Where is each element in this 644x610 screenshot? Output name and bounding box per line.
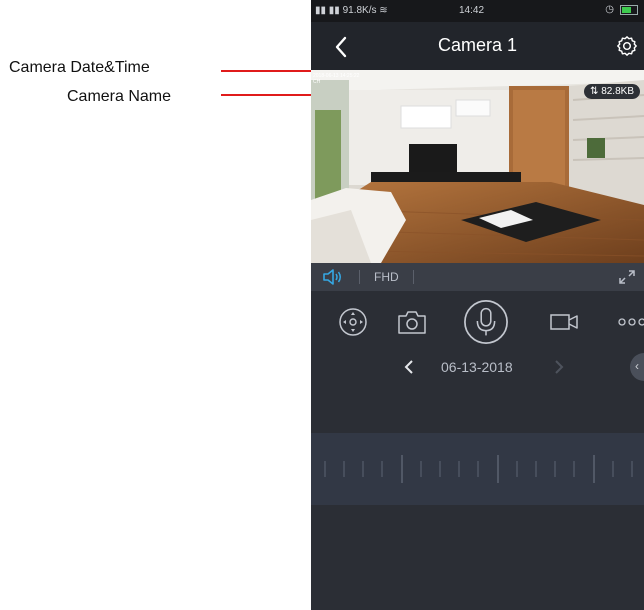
more-button[interactable] — [610, 299, 644, 345]
ptz-button[interactable] — [330, 299, 376, 345]
quality-toggle[interactable]: FHD — [374, 270, 399, 284]
speaker-icon[interactable] — [321, 268, 343, 286]
video-control-bar: FHD — [311, 263, 644, 291]
camera-osd: 2018-06-13 14:25:22 CH — [313, 73, 359, 85]
annotation-camera-name: Camera Name — [67, 88, 172, 105]
status-bar: ▮▮ ▮▮ 91.8K/s ≋ 14:42 ◷ — [311, 0, 644, 22]
microphone-icon — [464, 300, 508, 344]
alarm-icon: ◷ — [605, 4, 614, 15]
settings-gear-icon[interactable] — [616, 35, 638, 57]
video-record-icon — [550, 314, 578, 330]
empty-area — [311, 505, 644, 610]
battery-icon — [620, 4, 638, 15]
move-icon — [339, 308, 367, 336]
camera-icon — [398, 311, 426, 334]
playback-date-bar: 06-13-2018 ‹ — [311, 353, 644, 433]
osd-camera-name: CH — [313, 79, 321, 85]
action-toolbar — [311, 291, 644, 353]
status-left: ▮▮ ▮▮ 91.8K/s ≋ — [315, 5, 388, 16]
bitrate-badge: ⇅ 82.8KB — [584, 84, 640, 99]
status-right: ◷ — [605, 4, 638, 15]
navigation-bar: Camera 1 — [311, 22, 644, 70]
previous-date-icon[interactable] — [403, 359, 417, 375]
status-time: 14:42 — [459, 5, 485, 16]
playback-timeline[interactable] — [311, 433, 644, 505]
signal-icon: ▮▮ ▮▮ — [315, 5, 340, 16]
transfer-icon: ⇅ — [590, 86, 602, 97]
talk-button[interactable] — [463, 299, 509, 345]
timeline-ticks — [324, 455, 633, 483]
bitrate-value: 82.8KB — [601, 86, 634, 97]
network-rate: 91.8K/s — [342, 5, 377, 16]
annotation-line-datetime — [221, 70, 311, 72]
page-title: Camera 1 — [437, 35, 518, 55]
fullscreen-icon[interactable] — [618, 269, 636, 285]
record-button[interactable] — [541, 299, 587, 345]
calendar-handle[interactable]: ‹ — [630, 353, 644, 381]
divider — [413, 270, 414, 284]
live-video-feed[interactable]: 2018-06-13 14:25:22 CH ⇅ 82.8KB — [311, 70, 644, 263]
phone-screen: ▮▮ ▮▮ 91.8K/s ≋ 14:42 ◷ Camera 1 2018-06… — [311, 0, 644, 610]
annotation-camera-datetime: Camera Date&Time — [9, 59, 150, 76]
divider — [359, 270, 360, 284]
chevron-left-icon: ‹ — [635, 359, 639, 373]
wifi-icon: ≋ — [379, 5, 388, 16]
snapshot-button[interactable] — [389, 299, 435, 345]
playback-date[interactable]: 06-13-2018 — [441, 359, 513, 375]
next-date-icon[interactable] — [551, 359, 565, 375]
more-icon — [618, 318, 644, 326]
